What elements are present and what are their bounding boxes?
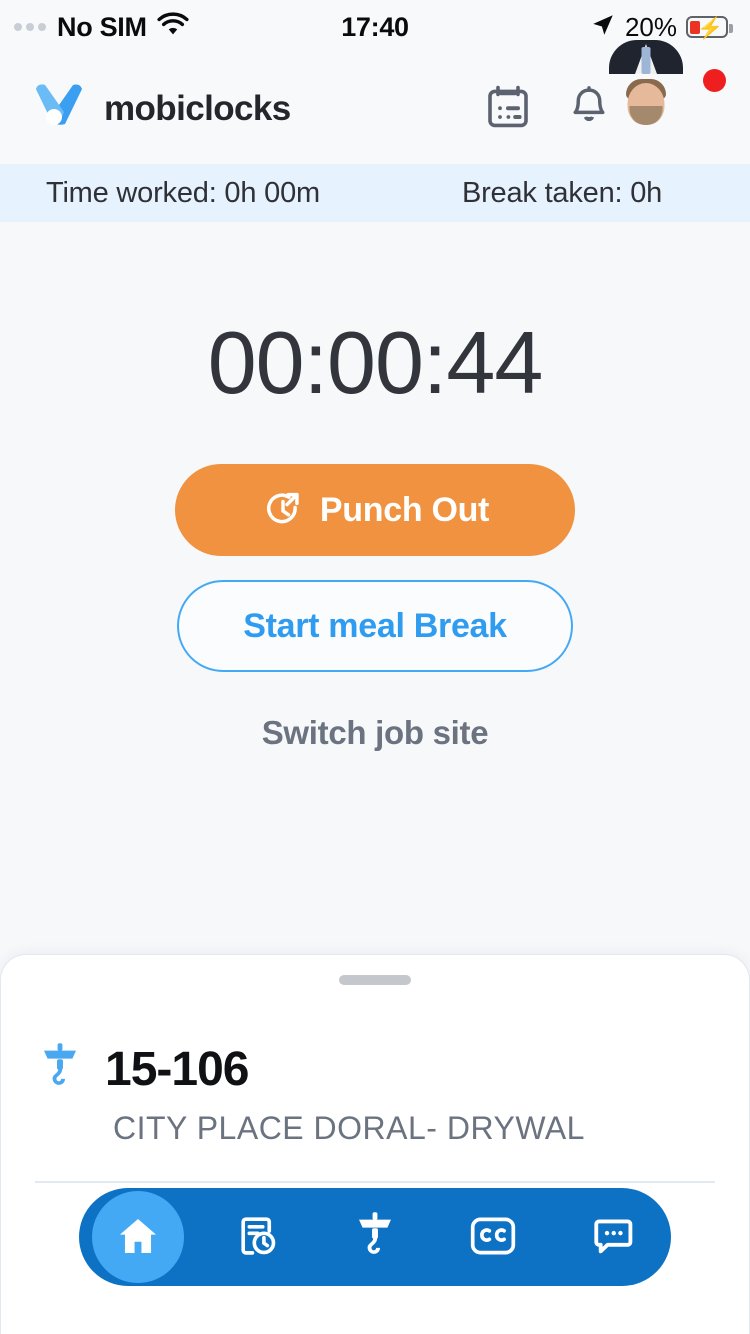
nav-item-cost-codes[interactable] xyxy=(444,1188,542,1286)
start-meal-break-button[interactable]: Start meal Break xyxy=(177,580,573,672)
cc-badge-icon xyxy=(469,1214,517,1261)
work-summary-bar: Time worked: 0h 00m Break taken: 0h xyxy=(0,164,750,222)
battery-charging-icon: ⚡ xyxy=(686,16,733,40)
punch-out-label: Punch Out xyxy=(319,490,490,529)
app-screen: No SIM 17:40 20% ⚡ mobiclocks Time worke… xyxy=(0,0,750,1334)
punch-out-button[interactable]: Punch Out xyxy=(175,464,575,556)
job-site-sheet: 15-106 CITY PLACE DORAL- DRYWAL xyxy=(0,954,750,1334)
sheet-divider xyxy=(35,1181,715,1183)
nav-item-jobsites[interactable] xyxy=(326,1188,424,1286)
switch-job-site-button[interactable]: Switch job site xyxy=(262,714,489,752)
sheet-drag-handle[interactable] xyxy=(339,975,411,985)
nav-item-messages[interactable] xyxy=(563,1188,661,1286)
job-site-code: 15-106 xyxy=(105,1043,249,1096)
status-bar-clock: 17:40 xyxy=(341,12,409,42)
crane-hook-icon xyxy=(37,1041,83,1098)
shift-timer: 00:00:44 xyxy=(207,313,544,412)
time-worked-label: Time worked: 0h 00m xyxy=(46,176,320,209)
main-content: 00:00:44 Punch Out Start meal Break Swit… xyxy=(0,222,750,950)
bottom-navigation xyxy=(79,1188,671,1286)
brand-name: mobiclocks xyxy=(104,89,291,128)
notification-badge xyxy=(703,69,726,92)
nav-item-timesheet[interactable] xyxy=(208,1188,306,1286)
header-actions xyxy=(484,40,726,148)
chat-bubble-icon xyxy=(589,1213,635,1262)
break-taken-label: Break taken: 0h xyxy=(461,176,663,209)
brand: mobiclocks xyxy=(28,76,291,143)
job-site-name: CITY PLACE DORAL- DRYWAL xyxy=(113,1110,585,1146)
document-clock-icon xyxy=(234,1213,280,1262)
clock-arrow-out-icon xyxy=(261,488,305,532)
crane-hook-icon xyxy=(352,1210,398,1265)
start-meal-break-label: Start meal Break xyxy=(243,606,507,645)
calendar-icon[interactable] xyxy=(484,83,532,136)
job-site-row[interactable]: 15-106 xyxy=(37,1041,749,1098)
nav-item-home[interactable] xyxy=(89,1188,187,1286)
app-header: mobiclocks xyxy=(0,40,750,164)
home-icon xyxy=(115,1213,161,1262)
mobiclocks-logo-icon xyxy=(28,76,90,143)
avatar[interactable] xyxy=(609,40,726,148)
bell-icon[interactable] xyxy=(566,84,612,135)
